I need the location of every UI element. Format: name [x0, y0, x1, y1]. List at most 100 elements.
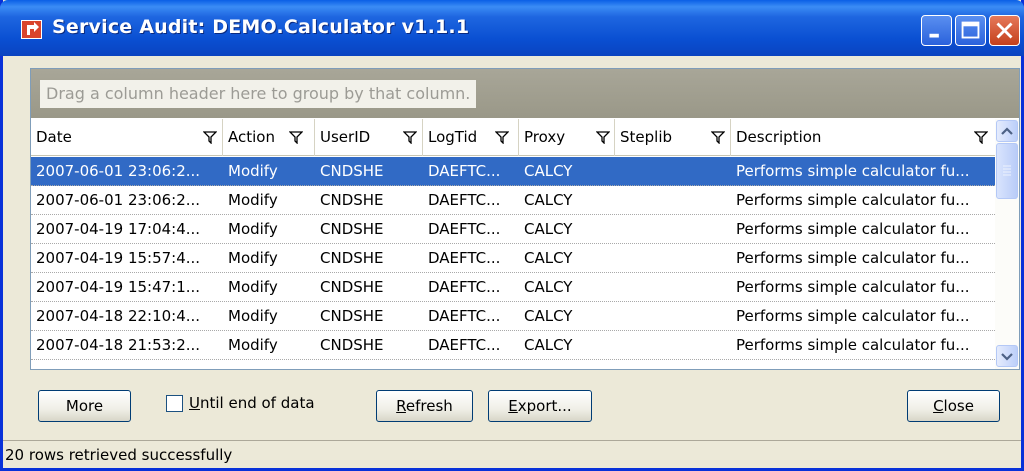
cell-date: 2007-04-19 15:57:4...: [36, 249, 201, 267]
close-button[interactable]: Close: [907, 390, 1000, 422]
cell-action: Modify: [228, 191, 278, 209]
cell-date: 2007-04-19 17:04:4...: [36, 220, 201, 238]
column-header-label: Date: [36, 128, 72, 146]
column-header-steplib[interactable]: Steplib: [615, 119, 731, 156]
cell-date: 2007-04-18 22:10:4...: [36, 307, 201, 325]
cell-logtid: DAEFTC...: [428, 307, 501, 325]
cell-userid: CNDSHE: [320, 307, 384, 325]
cell-userid: CNDSHE: [320, 249, 384, 267]
table-row[interactable]: 2007-06-01 23:06:2... Modify CNDSHE DAEF…: [31, 157, 995, 186]
column-header-userid[interactable]: UserID: [315, 119, 423, 156]
filter-icon[interactable]: [974, 131, 988, 144]
cell-userid: CNDSHE: [320, 191, 384, 209]
chevron-up-icon: [1001, 127, 1013, 135]
mnemonic-letter: C: [933, 397, 944, 415]
window-title: Service Audit: DEMO.Calculator v1.1.1: [52, 16, 470, 38]
title-bar[interactable]: Service Audit: DEMO.Calculator v1.1.1: [0, 0, 1024, 56]
scroll-up-button[interactable]: [996, 120, 1018, 142]
filter-icon[interactable]: [711, 131, 725, 144]
filter-icon[interactable]: [289, 131, 303, 144]
cell-logtid: DAEFTC...: [428, 220, 501, 238]
cell-userid: CNDSHE: [320, 220, 384, 238]
mnemonic-letter: E: [508, 397, 518, 415]
cell-proxy: CALCY: [524, 191, 573, 209]
table-row[interactable]: 2007-04-19 15:47:1... Modify CNDSHE DAEF…: [31, 273, 995, 302]
audit-grid[interactable]: Drag a column header here to group by th…: [30, 68, 1020, 370]
column-header-logtid[interactable]: LogTid: [423, 119, 519, 156]
cell-action: Modify: [228, 307, 278, 325]
table-row[interactable]: 2007-04-19 17:04:4... Modify CNDSHE DAEF…: [31, 215, 995, 244]
column-header-label: Steplib: [620, 128, 673, 146]
cell-userid: CNDSHE: [320, 162, 384, 180]
column-header-date[interactable]: Date: [31, 119, 223, 156]
more-button[interactable]: More: [38, 390, 131, 422]
cell-date: 2007-04-18 21:53:2...: [36, 336, 201, 354]
service-audit-window: Service Audit: DEMO.Calculator v1.1.1 Dr…: [0, 0, 1024, 471]
table-row[interactable]: 2007-04-18 21:53:2... Modify CNDSHE DAEF…: [31, 331, 995, 360]
filter-icon[interactable]: [403, 131, 417, 144]
close-window-button[interactable]: [989, 15, 1020, 46]
cell-description: Performs simple calculator fu...: [736, 307, 970, 325]
scroll-thumb[interactable]: [996, 143, 1018, 199]
more-button-label: More: [65, 397, 104, 415]
column-header-action[interactable]: Action: [223, 119, 315, 156]
column-header-description[interactable]: Description: [731, 119, 995, 156]
cell-steplib: [615, 186, 731, 214]
cell-action: Modify: [228, 162, 278, 180]
cell-steplib: [615, 302, 731, 330]
cell-userid: CNDSHE: [320, 278, 384, 296]
close-icon: [996, 22, 1013, 39]
cell-logtid: DAEFTC...: [428, 191, 501, 209]
cell-action: Modify: [228, 336, 278, 354]
mnemonic-letter: U: [189, 394, 200, 412]
status-bar: 20 rows retrieved successfully: [3, 440, 1021, 468]
group-by-hint: Drag a column header here to group by th…: [40, 80, 477, 108]
export-button[interactable]: Export...: [488, 390, 592, 422]
minimize-button[interactable]: [921, 15, 952, 46]
until-end-of-data-checkbox[interactable]: [166, 395, 183, 412]
cell-proxy: CALCY: [524, 162, 573, 180]
app-icon[interactable]: [21, 20, 42, 39]
cell-description: Performs simple calculator fu...: [736, 162, 970, 180]
cell-action: Modify: [228, 220, 278, 238]
vertical-scrollbar[interactable]: [995, 119, 1019, 369]
table-row[interactable]: 2007-04-18 22:10:4... Modify CNDSHE DAEF…: [31, 302, 995, 331]
status-text: 20 rows retrieved successfully: [5, 446, 233, 464]
column-header-proxy[interactable]: Proxy: [519, 119, 615, 156]
grip-icon: [1003, 165, 1011, 176]
filter-icon[interactable]: [203, 131, 217, 144]
filter-icon[interactable]: [596, 131, 610, 144]
cell-logtid: DAEFTC...: [428, 336, 501, 354]
cell-action: Modify: [228, 278, 278, 296]
scroll-down-button[interactable]: [996, 345, 1018, 367]
group-by-panel[interactable]: Drag a column header here to group by th…: [31, 69, 1019, 118]
maximize-icon: [961, 21, 980, 39]
until-end-of-data-label[interactable]: Until end of data: [189, 394, 315, 412]
cell-description: Performs simple calculator fu...: [736, 191, 970, 209]
cell-userid: CNDSHE: [320, 336, 384, 354]
cell-proxy: CALCY: [524, 220, 573, 238]
table-row[interactable]: 2007-04-19 15:57:4... Modify CNDSHE DAEF…: [31, 244, 995, 273]
cell-steplib: [615, 244, 731, 272]
filter-icon[interactable]: [495, 131, 509, 144]
minimize-icon: [929, 33, 939, 38]
cell-logtid: DAEFTC...: [428, 162, 501, 180]
refresh-button[interactable]: Refresh: [376, 390, 473, 422]
maximize-button[interactable]: [955, 15, 986, 46]
column-header-row: Date Action UserID LogTid Proxy Steplib: [31, 119, 1019, 156]
cell-description: Performs simple calculator fu...: [736, 249, 970, 267]
cell-date: 2007-06-01 23:06:2...: [36, 191, 201, 209]
column-header-label: UserID: [320, 128, 371, 146]
chevron-down-icon: [1001, 353, 1013, 361]
cell-proxy: CALCY: [524, 278, 573, 296]
table-row[interactable]: 2007-06-01 23:06:2... Modify CNDSHE DAEF…: [31, 186, 995, 215]
cell-proxy: CALCY: [524, 249, 573, 267]
cell-proxy: CALCY: [524, 336, 573, 354]
column-header-label: Description: [736, 128, 822, 146]
cell-steplib: [615, 273, 731, 301]
mnemonic-letter: R: [396, 397, 406, 415]
cell-description: Performs simple calculator fu...: [736, 336, 970, 354]
label-text: ntil end of data: [199, 394, 315, 412]
column-header-label: Proxy: [524, 128, 566, 146]
cell-description: Performs simple calculator fu...: [736, 220, 970, 238]
